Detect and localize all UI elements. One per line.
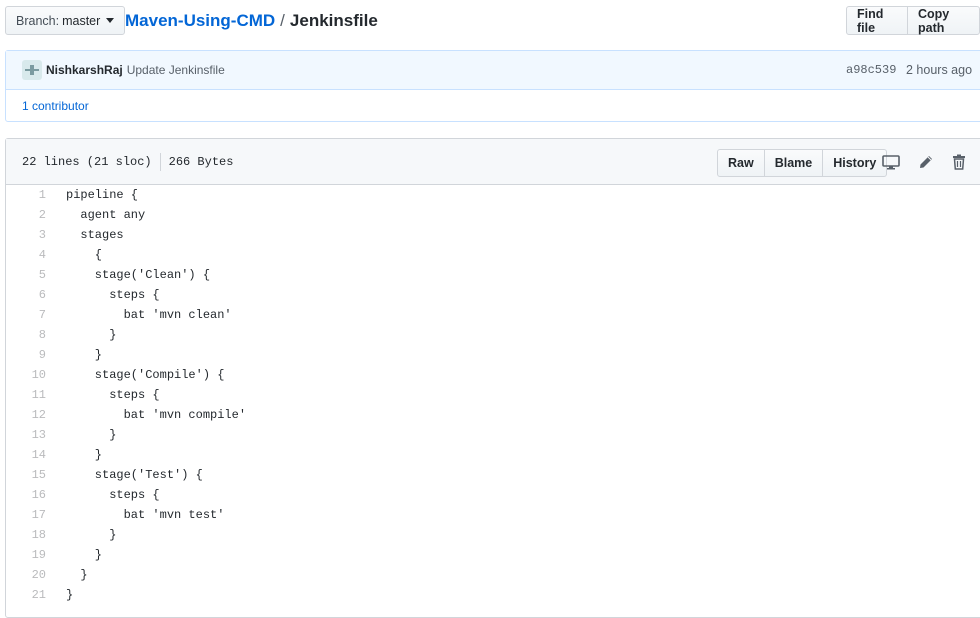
code-text: } (66, 348, 103, 362)
file-info: 22 lines (21 sloc) 266 Bytes (22, 153, 233, 171)
code-line: 5 stage('Clean') { (6, 265, 246, 285)
code-line: 8 } (6, 325, 246, 345)
code-line: 21} (6, 585, 246, 605)
code-text: stage('Compile') { (66, 368, 225, 382)
code-line: 9 } (6, 345, 246, 365)
code-text: bat 'mvn clean' (66, 308, 232, 322)
line-number[interactable]: 13 (6, 428, 46, 442)
commit-author[interactable]: NishkarshRaj (46, 63, 123, 77)
code-text: bat 'mvn test' (66, 508, 225, 522)
code-line: 12 bat 'mvn compile' (6, 405, 246, 425)
avatar[interactable] (22, 60, 42, 80)
copy-path-button[interactable]: Copy path (907, 6, 980, 35)
code-line: 7 bat 'mvn clean' (6, 305, 246, 325)
code-text: { (66, 248, 103, 262)
line-number[interactable]: 15 (6, 468, 46, 482)
line-number[interactable]: 21 (6, 588, 46, 602)
line-number[interactable]: 20 (6, 568, 46, 582)
code-text: } (66, 428, 117, 442)
code-text: } (66, 568, 88, 582)
code-line: 3 stages (6, 225, 246, 245)
code-text: } (66, 588, 74, 602)
code-line: 2 agent any (6, 205, 246, 225)
code-line: 4 { (6, 245, 246, 265)
code-line: 11 steps { (6, 385, 246, 405)
line-number[interactable]: 6 (6, 288, 46, 302)
line-number[interactable]: 18 (6, 528, 46, 542)
find-file-button[interactable]: Find file (846, 6, 908, 35)
code-blob: 1 pipeline {2 agent any 3 stages 4 {5 stage… (6, 185, 246, 605)
code-line: 18 } (6, 525, 246, 545)
file-nav-actions: Find file Copy path (846, 6, 980, 35)
commit-message[interactable]: Update Jenkinsfile (127, 63, 225, 77)
pencil-icon[interactable] (917, 153, 935, 171)
code-text: stage('Test') { (66, 468, 203, 482)
code-text: pipeline { (66, 188, 139, 202)
code-line: 16 steps { (6, 485, 246, 505)
blame-button[interactable]: Blame (763, 149, 824, 177)
code-line: 1 pipeline { (6, 185, 246, 205)
raw-button[interactable]: Raw (717, 149, 765, 177)
chevron-down-icon (106, 18, 115, 23)
file-size: 266 Bytes (168, 155, 234, 170)
code-text: stage('Clean') { (66, 268, 211, 282)
code-line: 10 stage('Compile') { (6, 365, 246, 385)
line-number[interactable]: 16 (6, 488, 46, 502)
line-number[interactable]: 12 (6, 408, 46, 422)
latest-commit-row: NishkarshRaj Update Jenkinsfile a98c539 … (6, 51, 980, 90)
code-text: } (66, 528, 117, 542)
breadcrumb-file: Jenkinsfile (289, 11, 378, 30)
line-number[interactable]: 7 (6, 308, 46, 322)
breadcrumb: Maven-Using-CMD / Jenkinsfile (125, 10, 378, 32)
code-text: } (66, 448, 103, 462)
line-number[interactable]: 14 (6, 448, 46, 462)
code-line: 20 } (6, 565, 246, 585)
file-line-count: 22 lines (21 sloc) (22, 155, 152, 170)
code-text: steps { (66, 388, 160, 402)
branch-select-button[interactable]: Branch: master (5, 6, 126, 35)
line-number[interactable]: 17 (6, 508, 46, 522)
code-text: steps { (66, 288, 160, 302)
trash-icon[interactable] (950, 153, 968, 171)
file-header: 22 lines (21 sloc) 266 Bytes Raw Blame Hi… (6, 139, 980, 185)
commit-sha[interactable]: a98c539 (846, 63, 896, 77)
code-text: stages (66, 228, 124, 242)
code-line: 15 stage('Test') { (6, 465, 246, 485)
commit-time: 2 hours ago (906, 63, 973, 77)
code-text: steps { (66, 488, 160, 502)
commit-tease: NishkarshRaj Update Jenkinsfile a98c539 … (5, 50, 980, 122)
desktop-icon[interactable] (882, 153, 900, 171)
code-text: } (66, 328, 117, 342)
code-line: 17 bat 'mvn test' (6, 505, 246, 525)
branch-prefix: Branch: (16, 13, 60, 28)
code-text: } (66, 548, 103, 562)
line-number[interactable]: 2 (6, 208, 46, 222)
contributors-row: 1 contributor (6, 90, 980, 122)
breadcrumb-repo-link[interactable]: Maven-Using-CMD (125, 11, 275, 30)
line-number[interactable]: 10 (6, 368, 46, 382)
code-line: 13 } (6, 425, 246, 445)
file-info-divider (159, 153, 161, 171)
code-line: 6 steps { (6, 285, 246, 305)
code-line: 14 } (6, 445, 246, 465)
code-text: bat 'mvn compile' (66, 408, 247, 422)
breadcrumb-separator: / (280, 11, 285, 30)
code-text: agent any (66, 208, 146, 222)
code-line: 19 } (6, 545, 246, 565)
line-number[interactable]: 19 (6, 548, 46, 562)
line-number[interactable]: 4 (6, 248, 46, 262)
line-number[interactable]: 5 (6, 268, 46, 282)
contributors-link[interactable]: 1 contributor (22, 99, 89, 113)
line-number[interactable]: 11 (6, 388, 46, 402)
line-number[interactable]: 8 (6, 328, 46, 342)
file-view-actions: Raw Blame History (717, 149, 888, 177)
line-number[interactable]: 3 (6, 228, 46, 242)
line-number[interactable]: 9 (6, 348, 46, 362)
branch-name: master (62, 13, 101, 28)
line-number[interactable]: 1 (6, 188, 46, 202)
history-button[interactable]: History (822, 149, 888, 177)
file-viewer: 22 lines (21 sloc) 266 Bytes Raw Blame Hi… (5, 138, 980, 618)
